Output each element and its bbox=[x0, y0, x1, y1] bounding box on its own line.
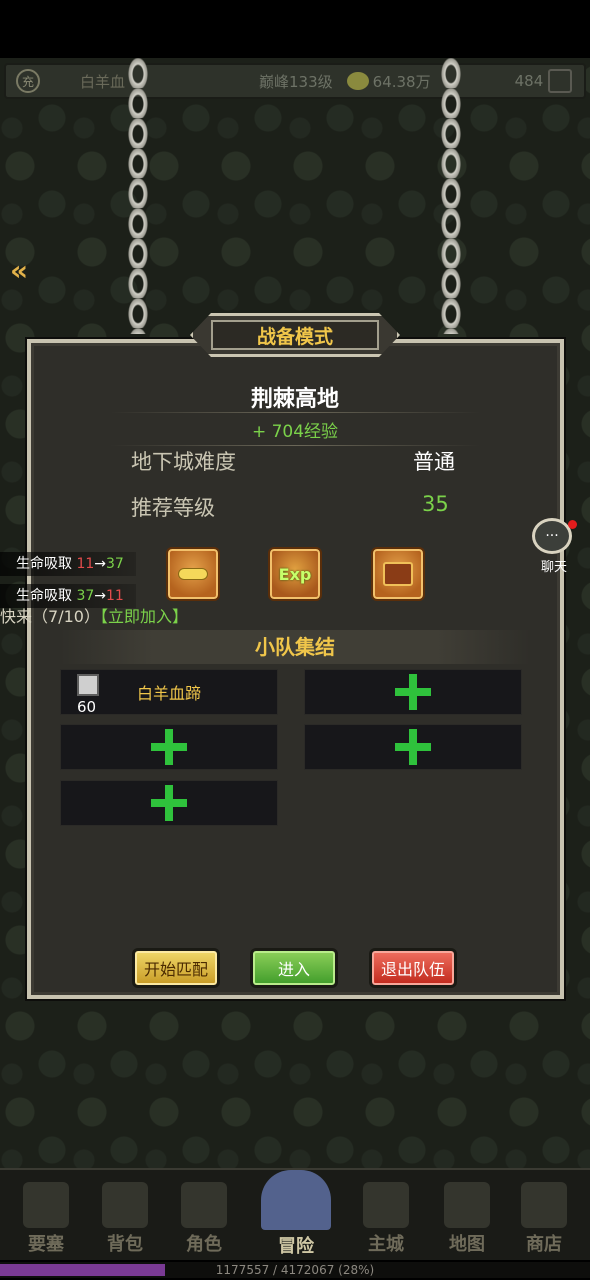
nav-item-main-city[interactable]: 主城 bbox=[356, 1182, 416, 1258]
shop-icon bbox=[521, 1182, 567, 1228]
join-now-link[interactable]: 【立即加入】 bbox=[100, 607, 188, 626]
difficulty-value: 普通 bbox=[413, 450, 455, 474]
start-match-button[interactable]: 开始匹配 bbox=[132, 948, 220, 988]
panel-title-plate: 战备模式 bbox=[190, 313, 400, 357]
bottom-navigation: 要塞 背包 角色 冒险 主城 地图 商店 bbox=[0, 1168, 590, 1260]
scroll-map-icon bbox=[444, 1182, 490, 1228]
gold-bar-icon bbox=[178, 568, 208, 580]
nav-item-character[interactable]: 角色 bbox=[174, 1182, 234, 1258]
chain-left-decoration bbox=[123, 58, 153, 334]
exp-reward: + 704经验 bbox=[251, 422, 339, 442]
panel-title: 战备模式 bbox=[211, 320, 379, 350]
reward-chest[interactable] bbox=[371, 547, 425, 601]
notification-dot bbox=[568, 520, 577, 529]
experience-text: 1177557 / 4172067 (28%) bbox=[215, 1263, 375, 1277]
leave-team-button[interactable]: 退出队伍 bbox=[369, 948, 457, 988]
recharge-badge-icon[interactable]: 充 bbox=[16, 69, 40, 93]
divider bbox=[110, 412, 480, 413]
chat-bubble-icon: ··· bbox=[532, 518, 572, 554]
money-amount: 64.38万 bbox=[372, 72, 431, 91]
player-name: 白羊血 bbox=[80, 72, 126, 91]
character-icon bbox=[181, 1182, 227, 1228]
team-invite-ticker[interactable]: 快来（7/10）【立即加入】 bbox=[0, 603, 188, 627]
nav-item-map[interactable]: 地图 bbox=[437, 1182, 497, 1258]
nav-item-adventure[interactable]: 冒险 bbox=[261, 1170, 331, 1257]
chat-label: 聊天 bbox=[540, 560, 567, 575]
squad-slot-empty[interactable] bbox=[60, 780, 278, 826]
reward-gold[interactable] bbox=[166, 547, 220, 601]
squad-slot-member[interactable]: 60 白羊血蹄 bbox=[60, 669, 278, 716]
difficulty-label: 地下城难度 bbox=[131, 450, 236, 474]
add-member-plus-icon bbox=[151, 729, 187, 765]
recommended-level-value: 35 bbox=[422, 492, 449, 516]
squad-title: 小队集结 bbox=[60, 630, 530, 664]
coin-icon bbox=[346, 72, 369, 90]
squad-slot-empty[interactable] bbox=[304, 724, 522, 770]
squad-slot-empty[interactable] bbox=[304, 669, 522, 715]
player-top-bar: 充 白羊血 巅峰133级 64.38万 484 bbox=[4, 63, 586, 99]
experience-bar: 1177557 / 4172067 (28%) bbox=[0, 1262, 590, 1278]
nav-item-fortress[interactable]: 要塞 bbox=[16, 1182, 76, 1258]
dungeon-name: 荆棘高地 bbox=[250, 387, 339, 412]
nav-item-backpack[interactable]: 背包 bbox=[95, 1182, 155, 1258]
lifesteal-change-1: 生命吸取 11→37 bbox=[0, 552, 136, 576]
member-avatar bbox=[77, 674, 99, 696]
add-member-plus-icon bbox=[395, 674, 431, 710]
gem-amount: 484 bbox=[514, 72, 544, 90]
castle-icon bbox=[363, 1182, 409, 1228]
member-name: 白羊血蹄 bbox=[136, 684, 201, 703]
peak-level: 巅峰133级 bbox=[259, 72, 333, 91]
exp-icon: Exp bbox=[278, 564, 312, 584]
portal-icon bbox=[261, 1170, 331, 1230]
backpack-icon bbox=[102, 1182, 148, 1228]
chat-button[interactable]: ··· 聊天 bbox=[530, 518, 578, 575]
fortress-icon bbox=[23, 1182, 69, 1228]
status-bar-area bbox=[0, 0, 590, 58]
back-arrow-icon[interactable]: « bbox=[10, 254, 28, 287]
member-level: 60 bbox=[77, 698, 97, 716]
recommended-level-label: 推荐等级 bbox=[131, 496, 215, 520]
add-member-plus-icon bbox=[151, 785, 187, 821]
settings-icon[interactable] bbox=[548, 69, 572, 93]
enter-button[interactable]: 进入 bbox=[250, 948, 338, 988]
reward-exp[interactable]: Exp bbox=[268, 547, 322, 601]
add-member-plus-icon bbox=[395, 729, 431, 765]
treasure-chest-icon bbox=[383, 562, 413, 586]
squad-slot-empty[interactable] bbox=[60, 724, 278, 770]
chain-right-decoration bbox=[436, 58, 466, 334]
nav-item-shop[interactable]: 商店 bbox=[514, 1182, 574, 1258]
